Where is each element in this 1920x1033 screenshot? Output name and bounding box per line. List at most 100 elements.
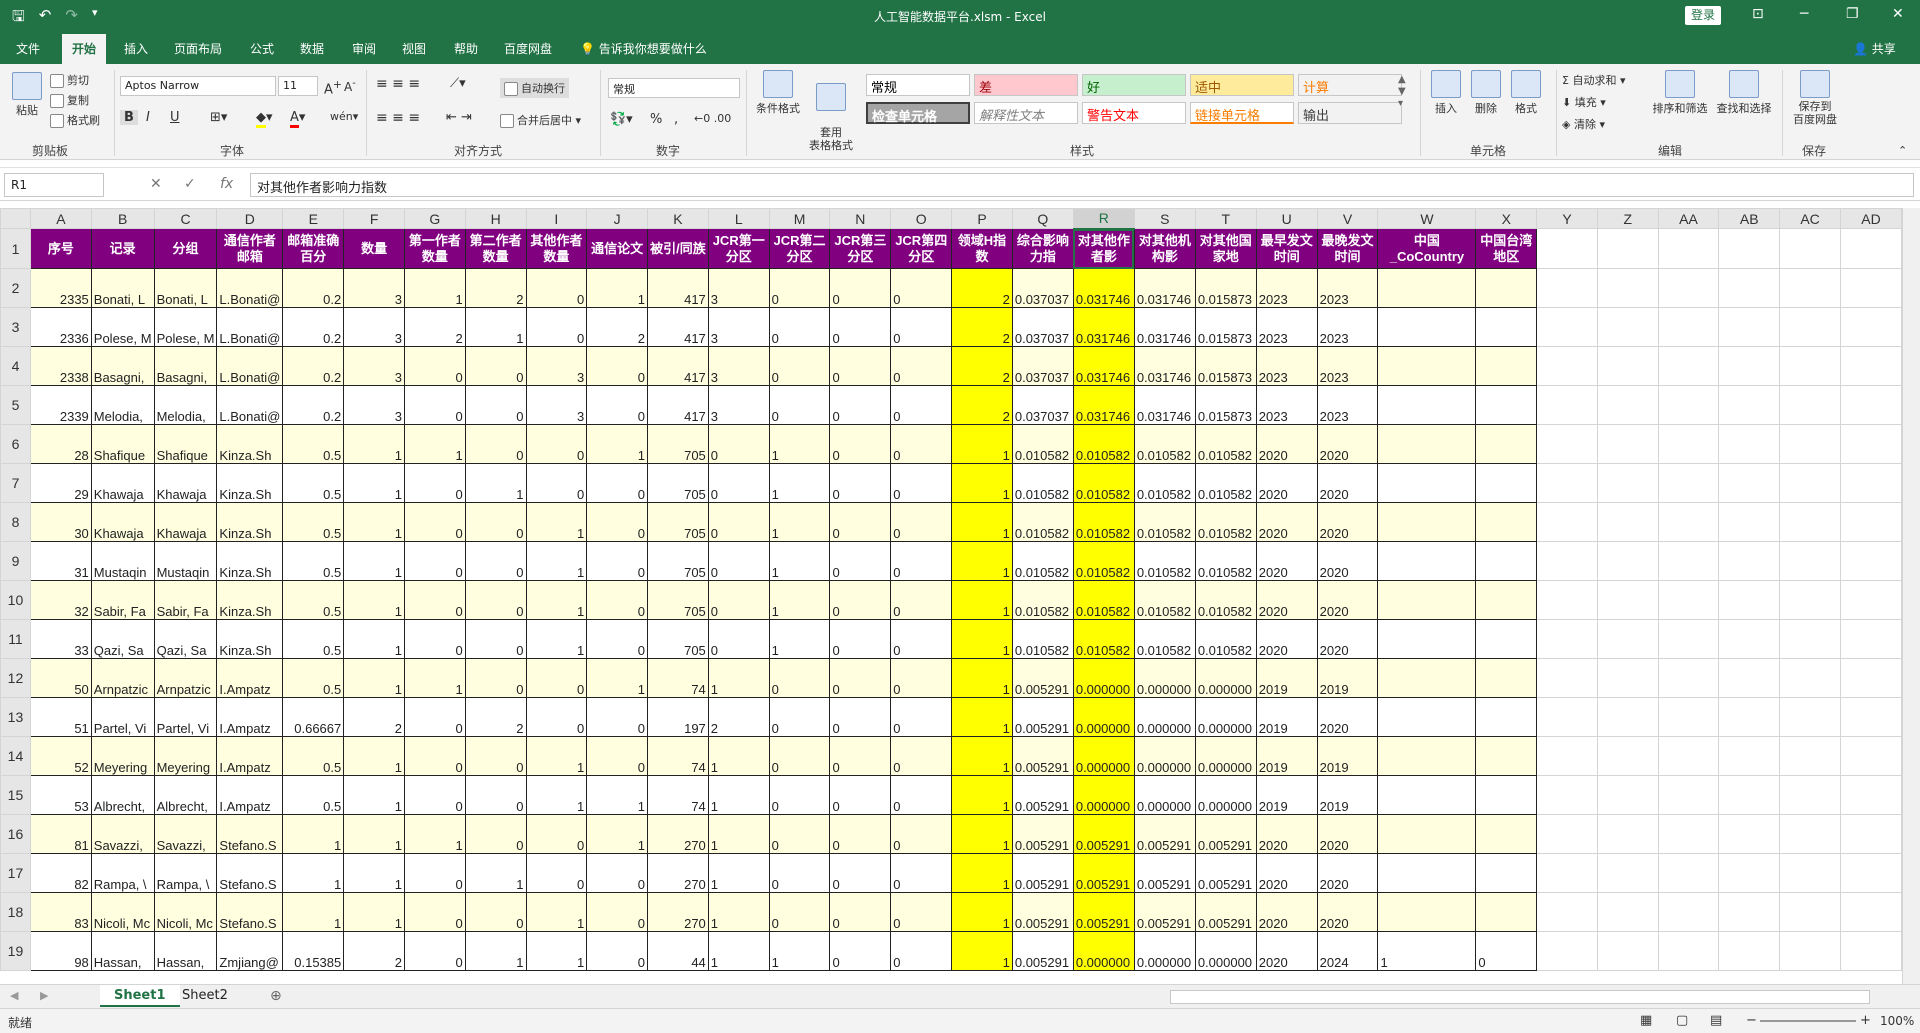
empty-cell[interactable] [1718, 853, 1781, 893]
row-header[interactable]: 19 [0, 931, 31, 971]
tab-help[interactable]: 帮助 [454, 40, 478, 57]
empty-cell[interactable] [1839, 424, 1902, 464]
data-cell[interactable]: 0.005291 [1072, 853, 1135, 893]
empty-cell[interactable] [1657, 580, 1720, 620]
data-cell[interactable]: L.Bonati@ [216, 346, 284, 386]
find-select-button[interactable]: 查找和选择 [1714, 70, 1774, 116]
data-cell[interactable]: 0.2 [282, 307, 345, 347]
empty-cell[interactable] [1839, 853, 1902, 893]
data-cell[interactable] [1377, 853, 1477, 893]
data-cell[interactable]: 2020 [1316, 814, 1379, 854]
tab-formulas[interactable]: 公式 [250, 40, 274, 57]
phonetic-icon[interactable]: wén▾ [330, 110, 358, 123]
row-header[interactable]: 9 [0, 541, 31, 581]
data-cell[interactable] [1377, 541, 1477, 581]
data-cell[interactable]: Khawaja [153, 502, 218, 542]
empty-cell[interactable] [1839, 931, 1902, 971]
data-cell[interactable]: 0 [525, 463, 588, 503]
empty-cell[interactable] [1536, 814, 1598, 854]
tab-home[interactable]: 开始 [62, 34, 107, 64]
data-cell[interactable]: 0.005291 [1133, 892, 1196, 932]
data-cell[interactable]: 705 [647, 502, 709, 542]
empty-cell[interactable] [1718, 619, 1781, 659]
data-cell[interactable]: Polese, M [153, 307, 218, 347]
empty-cell[interactable] [1536, 775, 1598, 815]
data-cell[interactable]: Polese, M [90, 307, 155, 347]
empty-cell[interactable] [1839, 228, 1902, 269]
data-cell[interactable]: 2020 [1255, 463, 1318, 503]
row-header[interactable]: 14 [0, 736, 31, 776]
data-cell[interactable]: 2020 [1316, 502, 1379, 542]
data-cell[interactable]: 0.031746 [1133, 385, 1196, 425]
data-cell[interactable]: 2023 [1316, 385, 1379, 425]
orientation-icon[interactable]: ⟋▾ [450, 76, 466, 91]
tell-me-input[interactable]: 💡 告诉我你想要做什么 [580, 40, 707, 57]
empty-cell[interactable] [1779, 541, 1841, 581]
data-cell[interactable] [1475, 892, 1538, 932]
data-cell[interactable]: 1 [707, 931, 770, 971]
number-format-combo[interactable]: 常规 [608, 78, 740, 98]
data-cell[interactable]: 2020 [1255, 424, 1318, 464]
data-cell[interactable]: 0 [464, 385, 527, 425]
data-cell[interactable]: 1 [707, 736, 770, 776]
empty-cell[interactable] [1596, 814, 1659, 854]
column-header-ac[interactable]: AC [1779, 208, 1841, 229]
data-cell[interactable]: 0.037037 [1011, 385, 1074, 425]
empty-cell[interactable] [1596, 775, 1659, 815]
column-header-k[interactable]: K [647, 208, 709, 229]
cell-style-6[interactable]: 解释性文本 [974, 102, 1078, 124]
empty-cell[interactable] [1839, 697, 1902, 737]
data-cell[interactable]: 2020 [1316, 892, 1379, 932]
column-title-cell[interactable]: 第二作者数量 [464, 228, 527, 269]
data-cell[interactable]: 0 [404, 697, 466, 737]
data-cell[interactable]: Kinza.Sh [216, 541, 284, 581]
empty-cell[interactable] [1718, 658, 1781, 698]
data-cell[interactable]: 0 [768, 853, 831, 893]
data-cell[interactable]: 2023 [1316, 307, 1379, 347]
empty-cell[interactable] [1779, 814, 1841, 854]
data-cell[interactable]: 0.5 [282, 502, 345, 542]
data-cell[interactable]: 0 [586, 892, 648, 932]
data-cell[interactable]: 0 [890, 385, 953, 425]
data-cell[interactable]: Hassan, [153, 931, 218, 971]
data-cell[interactable]: 0.010582 [1194, 541, 1257, 581]
data-cell[interactable]: 0.000000 [1072, 658, 1135, 698]
data-cell[interactable]: 2019 [1255, 697, 1318, 737]
data-cell[interactable] [1377, 892, 1477, 932]
empty-cell[interactable] [1657, 892, 1720, 932]
tab-review[interactable]: 审阅 [352, 40, 376, 57]
data-cell[interactable] [1475, 853, 1538, 893]
table-format-button[interactable]: 套用 表格格式 [806, 70, 856, 152]
data-cell[interactable]: 1 [525, 931, 588, 971]
data-cell[interactable]: 1 [525, 580, 588, 620]
data-cell[interactable]: I.Ampatz [216, 658, 284, 698]
data-cell[interactable]: 0 [829, 580, 892, 620]
column-header-a[interactable]: A [29, 208, 92, 229]
empty-cell[interactable] [1718, 736, 1781, 776]
cell-style-4[interactable]: 计算 [1298, 74, 1402, 96]
data-cell[interactable]: 0 [464, 892, 527, 932]
data-cell[interactable]: 0 [707, 619, 770, 659]
column-header-e[interactable]: E [282, 208, 345, 229]
column-header-w[interactable]: W [1377, 208, 1477, 229]
data-cell[interactable]: 0.010582 [1072, 424, 1135, 464]
data-cell[interactable]: 2 [404, 307, 466, 347]
data-cell[interactable]: 2019 [1316, 775, 1379, 815]
empty-cell[interactable] [1536, 502, 1598, 542]
data-cell[interactable]: 52 [29, 736, 92, 776]
column-title-cell[interactable]: 最晚发文时间 [1316, 228, 1379, 269]
data-cell[interactable]: 0 [890, 619, 953, 659]
data-cell[interactable]: 51 [29, 697, 92, 737]
data-cell[interactable]: Mustaqin [90, 541, 155, 581]
data-cell[interactable]: 0.010582 [1011, 502, 1074, 542]
cut-button[interactable]: 剪切 [50, 72, 89, 88]
data-cell[interactable]: 1 [951, 424, 1013, 464]
data-cell[interactable]: 0 [829, 268, 892, 308]
data-cell[interactable]: Partel, Vi [153, 697, 218, 737]
column-title-cell[interactable]: 记录 [90, 228, 155, 269]
cell-style-7[interactable]: 警告文本 [1082, 102, 1186, 124]
data-cell[interactable]: Stefano.S [216, 892, 284, 932]
data-cell[interactable]: Rampa, \ [90, 853, 155, 893]
data-cell[interactable]: 1 [768, 931, 831, 971]
data-cell[interactable]: 0.2 [282, 268, 345, 308]
